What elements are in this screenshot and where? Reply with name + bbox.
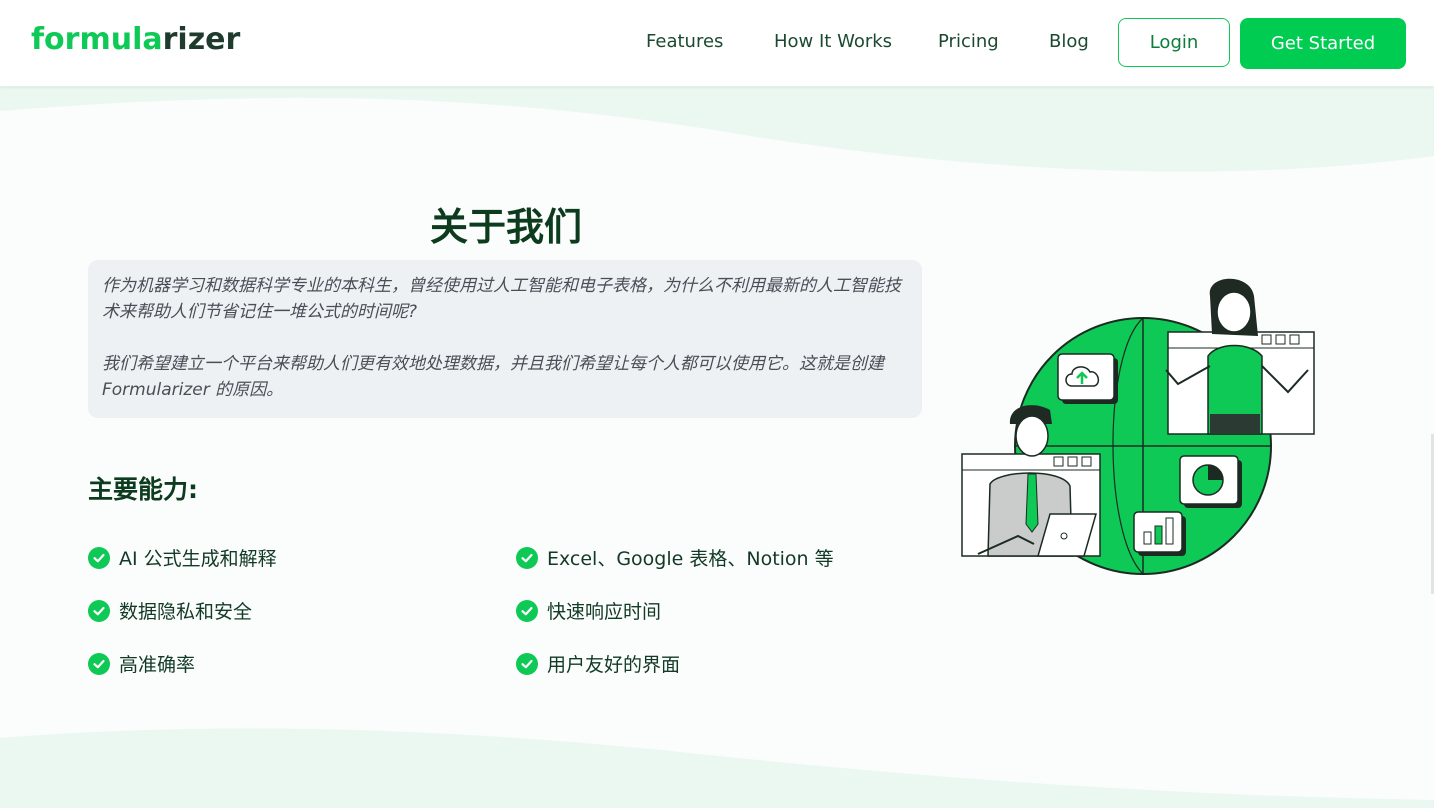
capability-item: 数据隐私和安全 — [88, 597, 252, 624]
capability-label: 用户友好的界面 — [547, 654, 681, 676]
logo-text-primary: formula — [31, 22, 163, 57]
login-button[interactable]: Login — [1118, 18, 1230, 67]
capability-label: AI 公式生成和解释 — [119, 548, 277, 570]
nav-link-pricing[interactable]: Pricing — [938, 31, 999, 52]
capability-item: Excel、Google 表格、Notion 等 — [516, 544, 834, 571]
get-started-button[interactable]: Get Started — [1240, 18, 1406, 69]
capability-item: 快速响应时间 — [516, 597, 661, 624]
check-circle-icon — [516, 652, 538, 675]
nav-link-how-it-works[interactable]: How It Works — [774, 31, 892, 52]
capability-item: 用户友好的界面 — [516, 650, 680, 677]
about-paragraph-2: 我们希望建立一个平台来帮助人们更有效地处理数据，并且我们希望让每个人都可以使用它… — [102, 354, 884, 400]
team-illustration — [961, 278, 1315, 575]
top-navigation: formularizer Features How It Works Prici… — [0, 0, 1434, 87]
check-circle-icon — [88, 599, 110, 622]
capability-item: 高准确率 — [88, 650, 195, 677]
about-paragraph-1: 作为机器学习和数据科学专业的本科生，曾经使用过人工智能和电子表格，为什么不利用最… — [102, 276, 901, 322]
cloud-upload-icon — [1057, 353, 1118, 404]
check-circle-icon — [516, 546, 538, 569]
check-circle-icon — [88, 546, 110, 569]
logo-text-secondary: rizer — [162, 22, 241, 57]
capability-label: Excel、Google 表格、Notion 等 — [547, 548, 834, 570]
capability-label: 高准确率 — [119, 654, 196, 676]
capability-label: 快速响应时间 — [547, 601, 662, 623]
check-circle-icon — [88, 652, 110, 675]
nav-link-blog[interactable]: Blog — [1049, 31, 1089, 52]
page-title: 关于我们 — [429, 205, 582, 249]
capability-label: 数据隐私和安全 — [119, 601, 253, 623]
capabilities-heading: 主要能力: — [88, 475, 198, 504]
capability-item: AI 公式生成和解释 — [88, 544, 277, 571]
brand-logo[interactable]: formularizer — [31, 22, 240, 57]
top-wave-decoration — [0, 86, 1434, 172]
pie-chart-icon — [1179, 455, 1242, 508]
nav-link-features[interactable]: Features — [646, 31, 723, 52]
bottom-wave-decoration — [0, 728, 1434, 808]
check-circle-icon — [516, 599, 538, 622]
about-description-card: 作为机器学习和数据科学专业的本科生，曾经使用过人工智能和电子表格，为什么不利用最… — [88, 260, 922, 418]
bar-chart-icon — [1133, 511, 1186, 556]
